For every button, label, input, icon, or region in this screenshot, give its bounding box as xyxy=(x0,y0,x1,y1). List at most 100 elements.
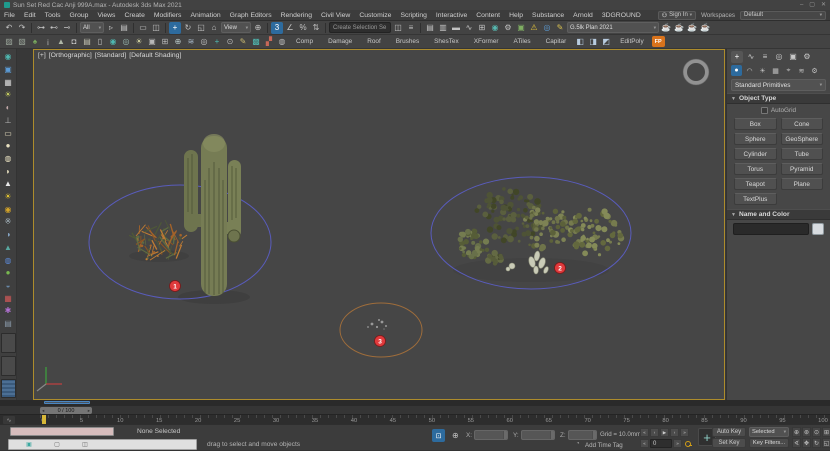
redo-icon[interactable]: ↷ xyxy=(16,22,28,34)
viewport-renderer-label[interactable]: [Standard] xyxy=(95,52,126,59)
render-warning-icon[interactable]: ⚠ xyxy=(528,22,540,34)
cloud-icon[interactable]: ≋ xyxy=(185,36,197,48)
populate-icon[interactable]: ▨ xyxy=(3,36,15,48)
add-time-tag[interactable]: Add Time Tag xyxy=(585,442,623,449)
render-iterative-icon[interactable]: ☕ xyxy=(673,22,685,34)
unlink-icon[interactable]: ⊷ xyxy=(48,22,60,34)
image-icon[interactable]: ▣ xyxy=(2,64,15,76)
rail-widget-2[interactable] xyxy=(1,356,16,376)
tab-display[interactable]: ▣ xyxy=(787,51,799,63)
selection-filter-dropdown[interactable]: All▾ xyxy=(80,22,104,33)
menu-tools[interactable]: Tools xyxy=(45,12,61,19)
object-button-sphere[interactable]: Sphere xyxy=(734,133,777,145)
rock-icon[interactable]: ◗ xyxy=(2,165,15,177)
tab-hierarchy[interactable]: ≡ xyxy=(759,51,771,63)
bind-spacewarp-icon[interactable]: ⊸ xyxy=(61,22,73,34)
menu-help[interactable]: Help xyxy=(509,12,523,19)
render-last-icon[interactable]: ☕ xyxy=(686,22,698,34)
flower-icon[interactable]: ✱ xyxy=(2,305,15,317)
cat-cameras[interactable]: ▦ xyxy=(770,65,781,76)
auto-key-button[interactable]: Auto Key xyxy=(712,427,746,437)
menu-3dground[interactable]: 3DGROUND xyxy=(602,12,641,19)
menu-substance[interactable]: Substance xyxy=(532,12,564,19)
name-and-color-rollout[interactable]: ▼ Name and Color xyxy=(727,209,830,220)
snap-toggle-3d-icon[interactable]: 3 xyxy=(271,22,283,34)
spinner-snap-icon[interactable]: ⇅ xyxy=(310,22,322,34)
mirror-icon[interactable]: ◫ xyxy=(392,22,404,34)
previous-frame-icon[interactable]: ‹ xyxy=(650,428,659,437)
cat-lights[interactable]: ☀ xyxy=(757,65,768,76)
curve-editor-icon[interactable]: ∿ xyxy=(463,22,475,34)
material-editor-icon[interactable]: ◉ xyxy=(489,22,501,34)
terrain-icon[interactable]: ▧ xyxy=(16,36,28,48)
tab-utilities[interactable]: ⚙ xyxy=(801,51,813,63)
globe-icon[interactable]: ◍ xyxy=(2,254,15,266)
key-filters-button[interactable]: Key Filters... xyxy=(749,438,789,448)
plane-icon[interactable]: ▭ xyxy=(2,127,15,139)
frame-back-icon[interactable]: ◂ xyxy=(42,408,44,414)
move-teal-icon[interactable]: + xyxy=(211,36,223,48)
maximize-button[interactable]: ▢ xyxy=(809,0,815,10)
isolate-toggle-icon[interactable]: ▣ xyxy=(23,439,35,451)
layout-quad-icon[interactable]: ◨ xyxy=(587,36,599,48)
menu-graph-editors[interactable]: Graph Editors xyxy=(230,12,272,19)
autogrid-checkbox[interactable] xyxy=(761,107,768,114)
checker-icon[interactable]: ▩ xyxy=(250,36,262,48)
workspace-dropdown[interactable]: Default ▾ xyxy=(740,11,826,20)
roof-button[interactable]: Roof xyxy=(360,38,388,45)
target-icon[interactable]: ⊕ xyxy=(172,36,184,48)
apple-icon[interactable]: ● xyxy=(2,267,15,279)
book-icon[interactable]: ▤ xyxy=(2,318,15,330)
object-button-cone[interactable]: Cone xyxy=(781,118,824,130)
zoom-extents-icon[interactable]: ⊙ xyxy=(812,427,821,437)
selection-lock-toggle[interactable]: ⊡ xyxy=(432,429,445,442)
brushes-button[interactable]: Brushes xyxy=(389,38,426,45)
editpoly-button[interactable]: EditPoly xyxy=(613,38,650,45)
select-rotate-icon[interactable]: ↻ xyxy=(182,22,194,34)
schematic-view-icon[interactable]: ⊞ xyxy=(476,22,488,34)
rewind-icon[interactable]: « xyxy=(640,439,649,448)
set-key-button[interactable]: Set Key xyxy=(712,438,746,448)
select-move-icon[interactable]: + xyxy=(169,22,181,34)
render-cloud-icon[interactable]: ☕ xyxy=(699,22,711,34)
menu-views[interactable]: Views xyxy=(97,12,115,19)
menu-file[interactable]: File xyxy=(4,12,15,19)
mouse-status-icon[interactable]: ◫ xyxy=(79,439,91,451)
cat-geometry[interactable]: ● xyxy=(731,65,742,76)
primitive-category-dropdown[interactable]: Standard Primitives ▾ xyxy=(731,79,826,91)
next-frame-icon[interactable]: › xyxy=(670,428,679,437)
use-pivot-center-icon[interactable]: ⊕ xyxy=(252,22,264,34)
rail-widget-1[interactable] xyxy=(1,333,16,353)
lamp-icon[interactable]: ☀ xyxy=(2,89,15,101)
go-to-end-icon[interactable]: » xyxy=(680,428,689,437)
civil-view-icon[interactable]: ◎ xyxy=(541,22,553,34)
frame-icon[interactable]: ⊞ xyxy=(159,36,171,48)
record-icon[interactable]: ◎ xyxy=(198,36,210,48)
object-name-field[interactable] xyxy=(733,223,809,235)
disc-icon[interactable]: ◎ xyxy=(120,36,132,48)
percent-snap-icon[interactable]: % xyxy=(297,22,309,34)
notes-icon[interactable]: ▤ xyxy=(81,36,93,48)
bulb-icon[interactable]: ☀ xyxy=(133,36,145,48)
cat-spacewarps[interactable]: ≋ xyxy=(796,65,807,76)
select-link-icon[interactable]: ⊶ xyxy=(35,22,47,34)
cat-shapes[interactable]: ◠ xyxy=(744,65,755,76)
object-button-textplus[interactable]: TextPlus xyxy=(734,193,777,205)
box-icon[interactable]: ▣ xyxy=(146,36,158,48)
rendered-frame-icon[interactable]: ▣ xyxy=(515,22,527,34)
object-button-teapot[interactable]: Teapot xyxy=(734,178,777,190)
rail-widget-grid[interactable] xyxy=(1,379,16,399)
angle-snap-icon[interactable]: ∠ xyxy=(284,22,296,34)
fast-forward-icon[interactable]: » xyxy=(673,439,682,448)
atiles-button[interactable]: ATiles xyxy=(507,38,538,45)
frame-forward-icon[interactable]: ▸ xyxy=(88,408,90,414)
object-button-pyramid[interactable]: Pyramid xyxy=(781,163,824,175)
mountain-icon[interactable]: ▲ xyxy=(55,36,67,48)
time-slider-handle[interactable]: ◂ 0 / 100 ▸ xyxy=(40,407,92,414)
object-button-plane[interactable]: Plane xyxy=(781,178,824,190)
viewport-shading-label[interactable]: [Default Shading] xyxy=(129,52,181,59)
object-type-rollout[interactable]: ▼ Object Type xyxy=(727,93,830,104)
object-button-geosphere[interactable]: GeoSphere xyxy=(781,133,824,145)
material-ball-icon[interactable]: ◐ xyxy=(2,102,15,114)
cone-icon[interactable]: ▲ xyxy=(2,178,15,190)
